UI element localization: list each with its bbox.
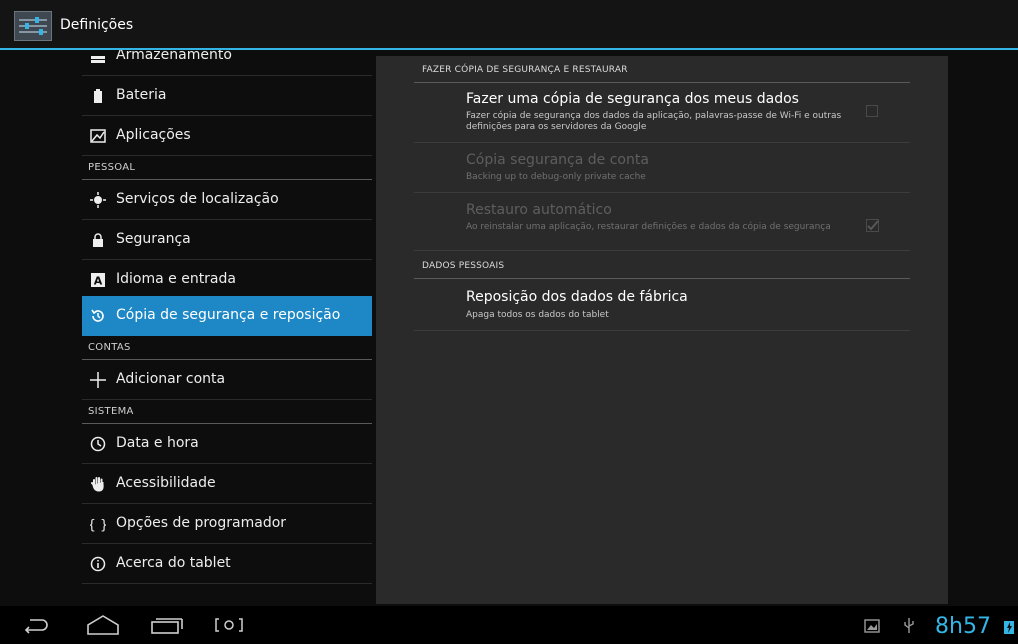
sidebar-item-label: Cópia de segurança e reposição <box>116 307 341 323</box>
gallery-notification-icon[interactable] <box>864 618 880 638</box>
pref-summary: Ao reinstalar uma aplicação, restaurar d… <box>466 222 831 232</box>
sidebar-item-label: Opções de programador <box>116 515 287 531</box>
sidebar-item-date-time[interactable]: Data e hora <box>82 424 372 464</box>
sidebar-item-storage[interactable]: Armazenamento <box>82 50 372 76</box>
sidebar-item-label: Segurança <box>116 231 191 247</box>
storage-icon <box>90 50 106 64</box>
auto-restore-checkbox[interactable] <box>866 218 880 232</box>
system-nav-bar: 8h57 <box>0 606 1018 644</box>
pref-backup-my-data[interactable]: Fazer uma cópia de segurança dos meus da… <box>414 83 910 143</box>
sidebar-item-location[interactable]: Serviços de localização <box>82 180 372 220</box>
pref-factory-reset[interactable]: Reposição dos dados de fábrica Apaga tod… <box>414 279 910 331</box>
lock-icon <box>90 232 106 248</box>
sidebar-item-label: Adicionar conta <box>116 371 226 387</box>
battery-icon <box>90 88 106 104</box>
pref-summary: Fazer cópia de segurança dos dados da ap… <box>466 111 842 132</box>
detail-panel: FAZER CÓPIA DE SEGURANÇA E RESTAURAR Faz… <box>376 56 948 604</box>
home-icon[interactable] <box>86 614 120 640</box>
braces-icon: { } <box>88 516 109 533</box>
settings-app-icon[interactable] <box>14 11 52 41</box>
sidebar-item-battery[interactable]: Bateria <box>82 76 372 116</box>
sidebar-item-backup-reset[interactable]: Cópia de segurança e reposição <box>82 296 372 336</box>
backup-icon <box>90 308 106 324</box>
recent-apps-icon[interactable] <box>150 616 184 638</box>
pref-summary: Backing up to debug-only private cache <box>466 172 646 182</box>
settings-sidebar: Armazenamento Bateria Aplicações PESSOAL… <box>0 50 374 606</box>
sidebar-item-label: Acerca do tablet <box>116 555 231 571</box>
language-icon: A <box>90 272 106 288</box>
location-icon <box>90 192 106 208</box>
pref-title: Restauro automático <box>466 202 612 218</box>
pref-title: Reposição dos dados de fábrica <box>466 289 688 305</box>
sidebar-item-about-tablet[interactable]: Acerca do tablet <box>82 544 372 584</box>
info-icon <box>90 556 106 572</box>
section-header-personal-data: DADOS PESSOAIS <box>414 255 910 279</box>
sidebar-item-accessibility[interactable]: Acessibilidade <box>82 464 372 504</box>
sidebar-item-add-account[interactable]: Adicionar conta <box>82 360 372 400</box>
apps-icon <box>90 128 106 144</box>
clock-icon <box>90 436 106 452</box>
sidebar-item-developer-options[interactable]: { } Opções de programador <box>82 504 372 544</box>
section-header-accounts: CONTAS <box>82 336 372 360</box>
sidebar-item-label: Data e hora <box>116 435 199 451</box>
back-icon[interactable] <box>22 616 50 638</box>
sidebar-item-label: Bateria <box>116 87 167 103</box>
battery-status-icon <box>1004 619 1014 638</box>
section-header-system: SISTEMA <box>82 400 372 424</box>
sidebar-item-label: Idioma e entrada <box>116 271 236 287</box>
action-bar: Definições <box>0 0 1018 50</box>
screenshot-icon[interactable] <box>214 616 244 638</box>
section-header-backup-restore: FAZER CÓPIA DE SEGURANÇA E RESTAURAR <box>414 59 910 83</box>
pref-title: Fazer uma cópia de segurança dos meus da… <box>466 91 799 107</box>
svg-text:A: A <box>94 275 103 288</box>
sidebar-item-apps[interactable]: Aplicações <box>82 116 372 156</box>
plus-icon <box>90 372 106 388</box>
sidebar-item-label: Acessibilidade <box>116 475 216 491</box>
section-header-personal: PESSOAL <box>82 156 372 180</box>
pref-title: Cópia segurança de conta <box>466 152 649 168</box>
usb-icon[interactable] <box>902 616 916 638</box>
pref-auto-restore[interactable]: Restauro automático Ao reinstalar uma ap… <box>414 193 910 251</box>
sidebar-item-label: Armazenamento <box>116 50 232 63</box>
sidebar-item-language[interactable]: A Idioma e entrada <box>82 260 372 300</box>
hand-icon <box>90 476 106 492</box>
svg-text:{ }: { } <box>90 518 106 532</box>
sidebar-item-label: Serviços de localização <box>116 191 279 207</box>
sidebar-item-label: Aplicações <box>116 127 191 143</box>
app-title: Definições <box>60 17 134 33</box>
pref-summary: Apaga todos os dados do tablet <box>466 310 609 320</box>
sidebar-item-security[interactable]: Segurança <box>82 220 372 260</box>
backup-checkbox[interactable] <box>866 105 878 117</box>
pref-backup-account[interactable]: Cópia segurança de conta Backing up to d… <box>414 143 910 193</box>
clock[interactable]: 8h57 <box>935 614 991 639</box>
